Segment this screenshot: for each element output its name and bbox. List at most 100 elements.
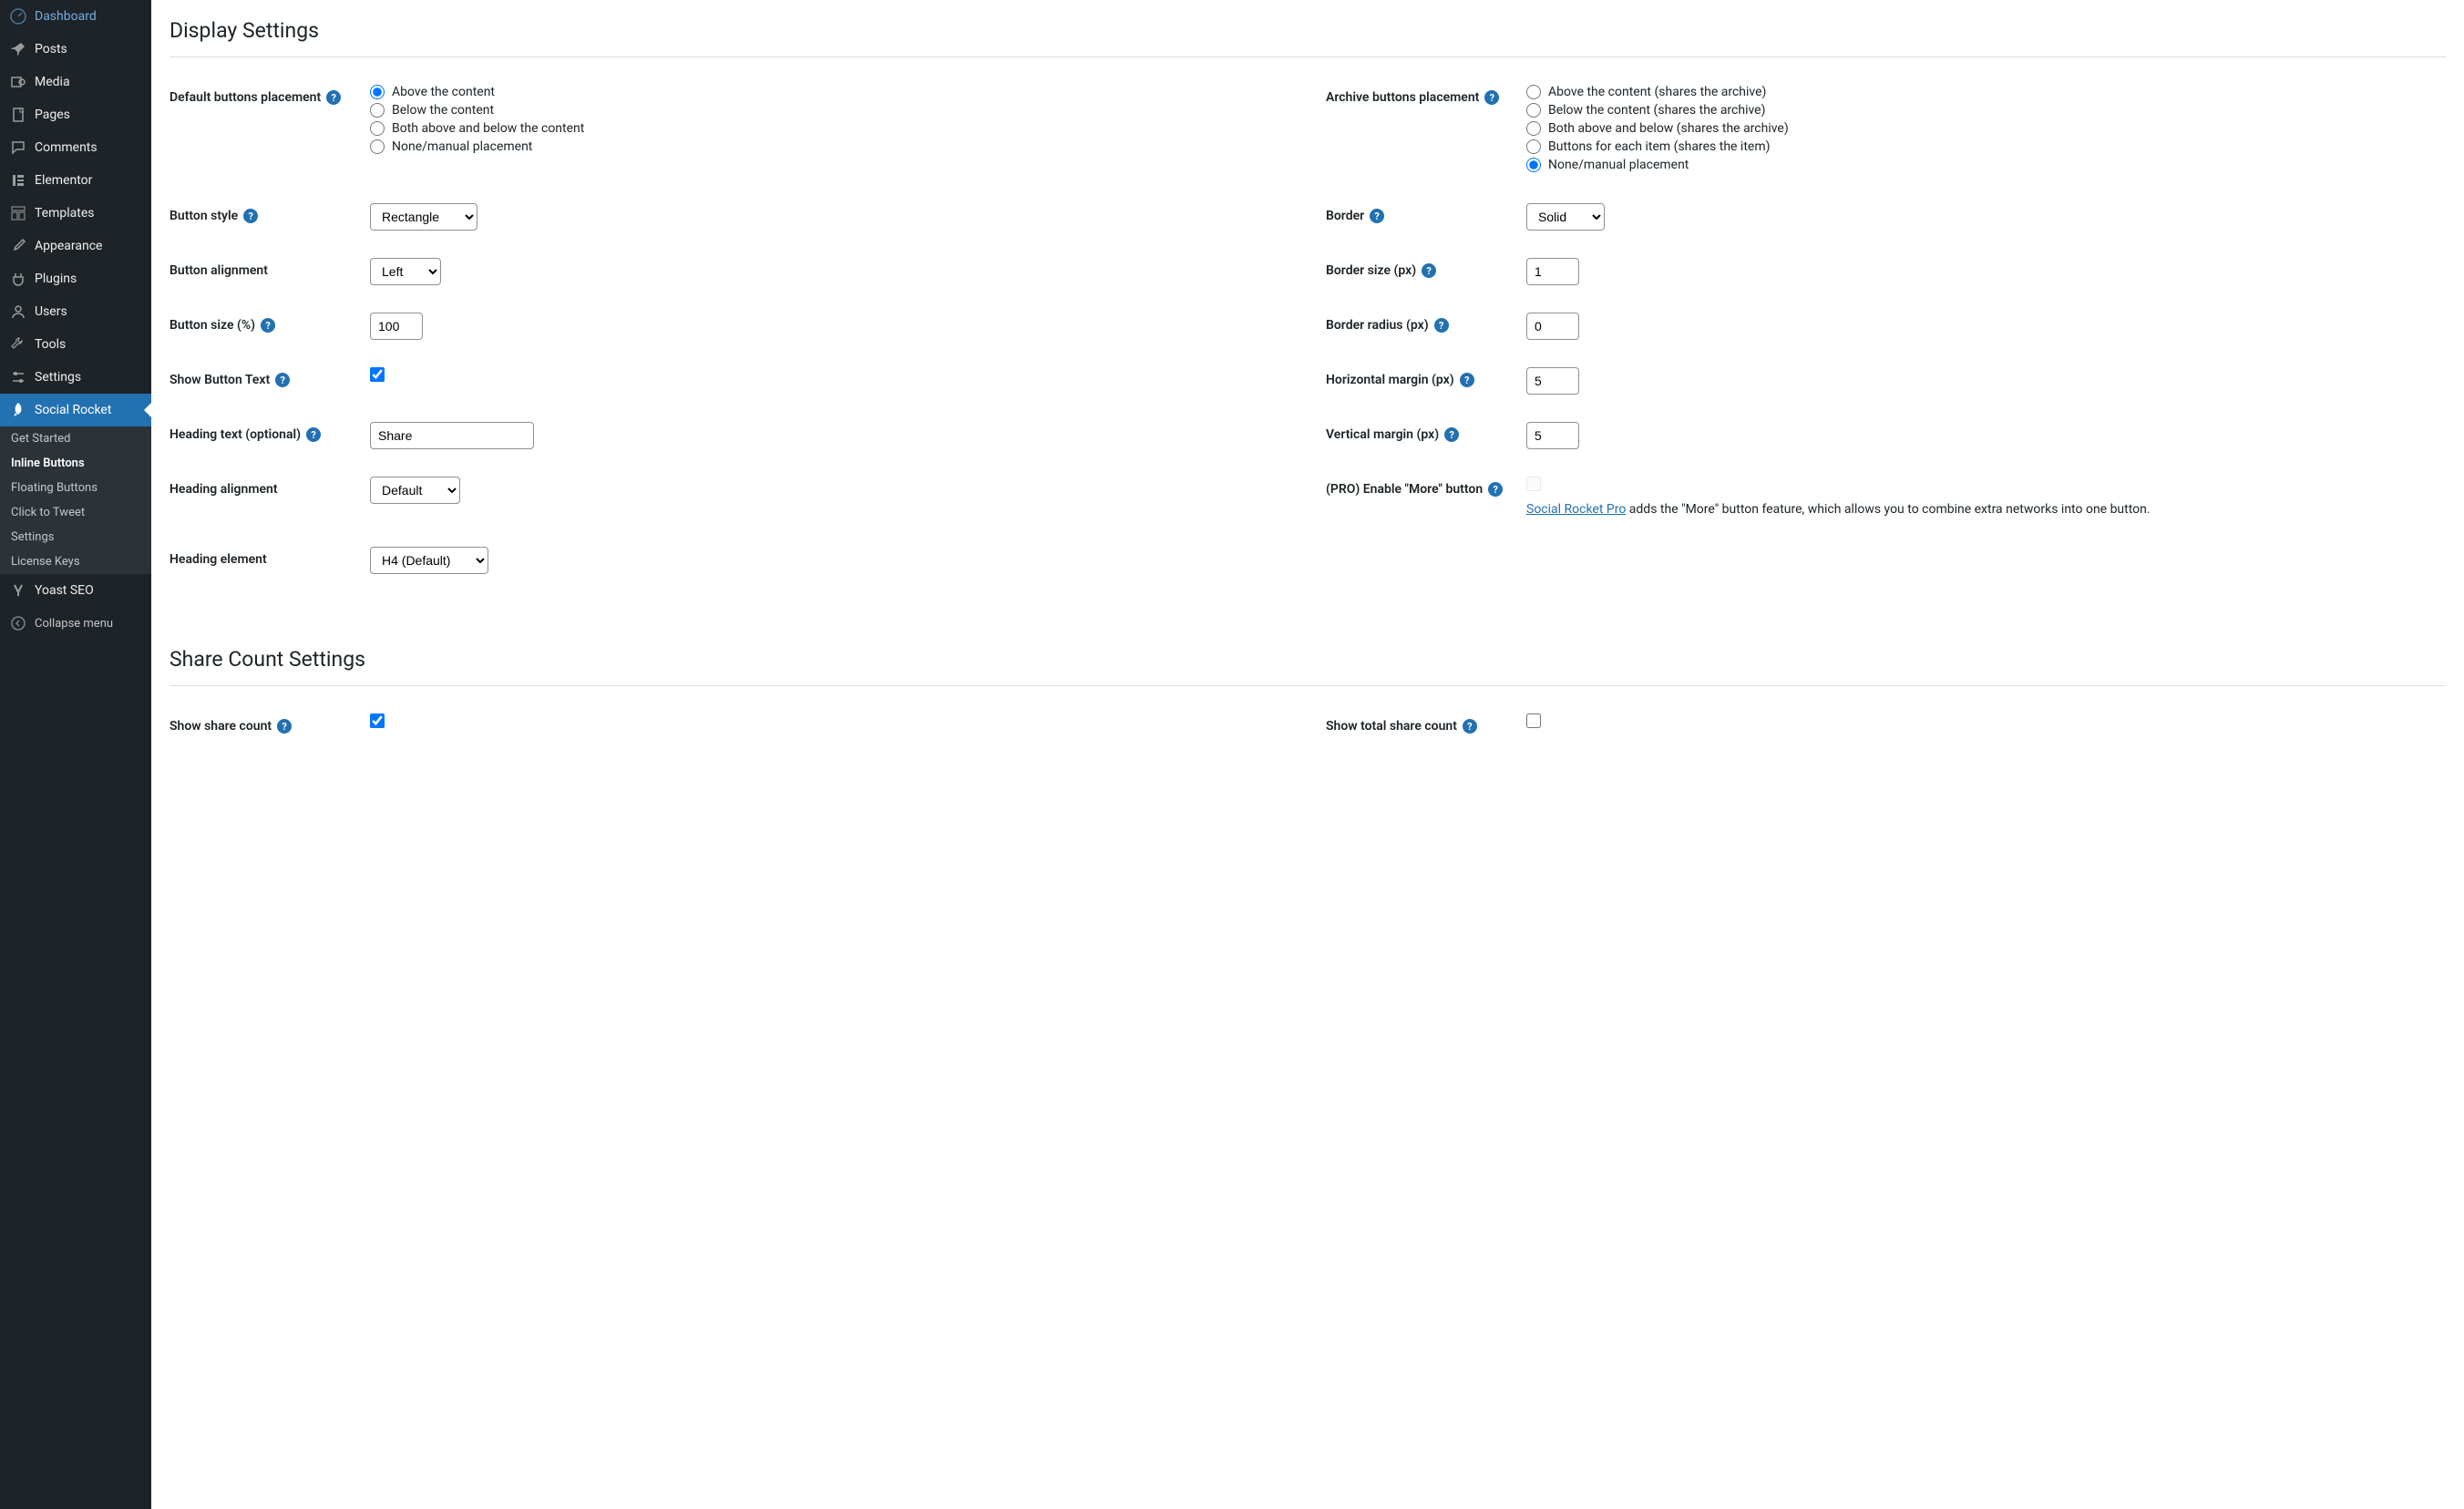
- button-size-input[interactable]: [370, 313, 423, 340]
- heading-element-select[interactable]: H4 (Default): [370, 547, 488, 574]
- sidebar-item-plugins[interactable]: Plugins: [0, 262, 151, 295]
- border-size-label: Border size (px): [1326, 263, 1416, 278]
- sidebar-item-users[interactable]: Users: [0, 295, 151, 328]
- sidebar-item-label: Elementor: [35, 173, 92, 188]
- radio-none-content[interactable]: None/manual placement: [370, 139, 1289, 154]
- vertical-margin-input[interactable]: [1526, 422, 1579, 449]
- border-select[interactable]: Solid: [1526, 203, 1605, 231]
- vertical-margin-label: Vertical margin (px): [1326, 427, 1439, 442]
- radio-archive-above[interactable]: Above the content (shares the archive): [1526, 85, 2446, 99]
- heading-text-input[interactable]: [370, 422, 534, 449]
- help-icon[interactable]: ?: [275, 373, 290, 387]
- archive-placement-label: Archive buttons placement: [1326, 90, 1479, 105]
- sidebar-item-label: Comments: [35, 140, 98, 155]
- sidebar-item-media[interactable]: Media: [0, 66, 151, 98]
- show-total-share-count-checkbox[interactable]: [1526, 713, 1541, 728]
- show-share-count-checkbox[interactable]: [370, 713, 385, 728]
- rocket-icon: [9, 401, 27, 419]
- sidebar-item-pages[interactable]: Pages: [0, 98, 151, 131]
- horizontal-margin-input[interactable]: [1526, 367, 1579, 395]
- show-share-count-label: Show share count: [169, 719, 272, 734]
- sidebar-item-elementor[interactable]: Elementor: [0, 164, 151, 197]
- sidebar-item-label: Users: [35, 304, 67, 319]
- border-radius-input[interactable]: [1526, 313, 1579, 340]
- sidebar-item-label: Appearance: [35, 239, 102, 253]
- border-size-input[interactable]: [1526, 258, 1579, 285]
- sidebar-item-label: Media: [35, 75, 70, 89]
- show-button-text-checkbox[interactable]: [370, 367, 385, 382]
- sliders-icon: [9, 368, 27, 386]
- border-size-row: Border size (px)?: [1326, 258, 2446, 285]
- yoast-icon: [9, 581, 27, 600]
- radio-archive-none[interactable]: None/manual placement: [1526, 158, 2446, 172]
- button-size-label: Button size (%): [169, 318, 255, 333]
- help-icon[interactable]: ?: [1463, 719, 1477, 734]
- collapse-menu[interactable]: Collapse menu: [0, 607, 151, 640]
- help-icon[interactable]: ?: [306, 427, 321, 442]
- heading-alignment-label: Heading alignment: [169, 482, 278, 497]
- sidebar-item-tools[interactable]: Tools: [0, 328, 151, 361]
- sidebar-item-label: Tools: [35, 337, 66, 352]
- help-icon[interactable]: ?: [1434, 318, 1449, 333]
- help-icon[interactable]: ?: [1444, 427, 1459, 442]
- submenu-click-to-tweet[interactable]: Click to Tweet: [0, 500, 151, 525]
- sidebar-item-posts[interactable]: Posts: [0, 33, 151, 66]
- pro-more-row: (PRO) Enable "More" button? Social Rocke…: [1326, 477, 2446, 519]
- help-icon[interactable]: ?: [243, 209, 258, 223]
- collapse-icon: [9, 614, 27, 632]
- submenu-settings[interactable]: Settings: [0, 525, 151, 549]
- sidebar-item-comments[interactable]: Comments: [0, 131, 151, 164]
- show-total-share-count-row: Show total share count?: [1326, 713, 2446, 734]
- templates-icon: [9, 204, 27, 222]
- collapse-label: Collapse menu: [35, 617, 113, 631]
- help-icon[interactable]: ?: [1422, 263, 1436, 278]
- sidebar-item-label: Social Rocket: [35, 403, 111, 417]
- sidebar-item-yoast[interactable]: Yoast SEO: [0, 574, 151, 607]
- horizontal-margin-row: Horizontal margin (px)?: [1326, 367, 2446, 395]
- sidebar-item-dashboard[interactable]: Dashboard: [0, 0, 151, 33]
- help-icon[interactable]: ?: [1460, 373, 1474, 387]
- heading-alignment-row: Heading alignment Default: [169, 477, 1289, 519]
- help-icon[interactable]: ?: [277, 719, 292, 734]
- radio-archive-each[interactable]: Buttons for each item (shares the item): [1526, 139, 2446, 154]
- radio-above-content[interactable]: Above the content: [370, 85, 1289, 99]
- border-radius-row: Border radius (px)?: [1326, 313, 2446, 340]
- pin-icon: [9, 40, 27, 58]
- radio-archive-both[interactable]: Both above and below (shares the archive…: [1526, 121, 2446, 136]
- brush-icon: [9, 237, 27, 255]
- show-button-text-label: Show Button Text: [169, 373, 270, 387]
- help-icon[interactable]: ?: [1370, 209, 1384, 223]
- submenu-license-keys[interactable]: License Keys: [0, 549, 151, 574]
- sidebar-item-appearance[interactable]: Appearance: [0, 230, 151, 262]
- heading-alignment-select[interactable]: Default: [370, 477, 460, 504]
- border-radius-label: Border radius (px): [1326, 318, 1429, 333]
- horizontal-margin-label: Horizontal margin (px): [1326, 373, 1454, 387]
- help-icon[interactable]: ?: [1488, 482, 1503, 497]
- radio-both-content[interactable]: Both above and below the content: [370, 121, 1289, 136]
- radio-archive-below[interactable]: Below the content (shares the archive): [1526, 103, 2446, 118]
- button-alignment-select[interactable]: Left: [370, 258, 441, 285]
- sidebar-item-templates[interactable]: Templates: [0, 197, 151, 230]
- sidebar-item-settings[interactable]: Settings: [0, 361, 151, 394]
- submenu-get-started[interactable]: Get Started: [0, 426, 151, 451]
- dashboard-icon: [9, 7, 27, 26]
- button-size-row: Button size (%)?: [169, 313, 1289, 340]
- submenu-inline-buttons[interactable]: Inline Buttons: [0, 451, 151, 476]
- show-button-text-row: Show Button Text?: [169, 367, 1289, 395]
- help-icon[interactable]: ?: [1484, 90, 1499, 105]
- pro-more-label: (PRO) Enable "More" button: [1326, 482, 1483, 497]
- comment-icon: [9, 139, 27, 157]
- button-style-select[interactable]: Rectangle: [370, 203, 477, 231]
- pro-link[interactable]: Social Rocket Pro: [1526, 502, 1626, 517]
- help-icon[interactable]: ?: [326, 90, 341, 105]
- sidebar-item-label: Settings: [35, 370, 81, 385]
- button-alignment-row: Button alignment Left: [169, 258, 1289, 285]
- user-icon: [9, 303, 27, 321]
- submenu-floating-buttons[interactable]: Floating Buttons: [0, 476, 151, 500]
- sidebar-item-social-rocket[interactable]: Social Rocket: [0, 394, 151, 426]
- show-total-share-count-label: Show total share count: [1326, 719, 1457, 734]
- help-icon[interactable]: ?: [261, 318, 275, 333]
- heading-text-label: Heading text (optional): [169, 427, 301, 442]
- radio-below-content[interactable]: Below the content: [370, 103, 1289, 118]
- main-content: Display Settings Default buttons placeme…: [151, 0, 2464, 1509]
